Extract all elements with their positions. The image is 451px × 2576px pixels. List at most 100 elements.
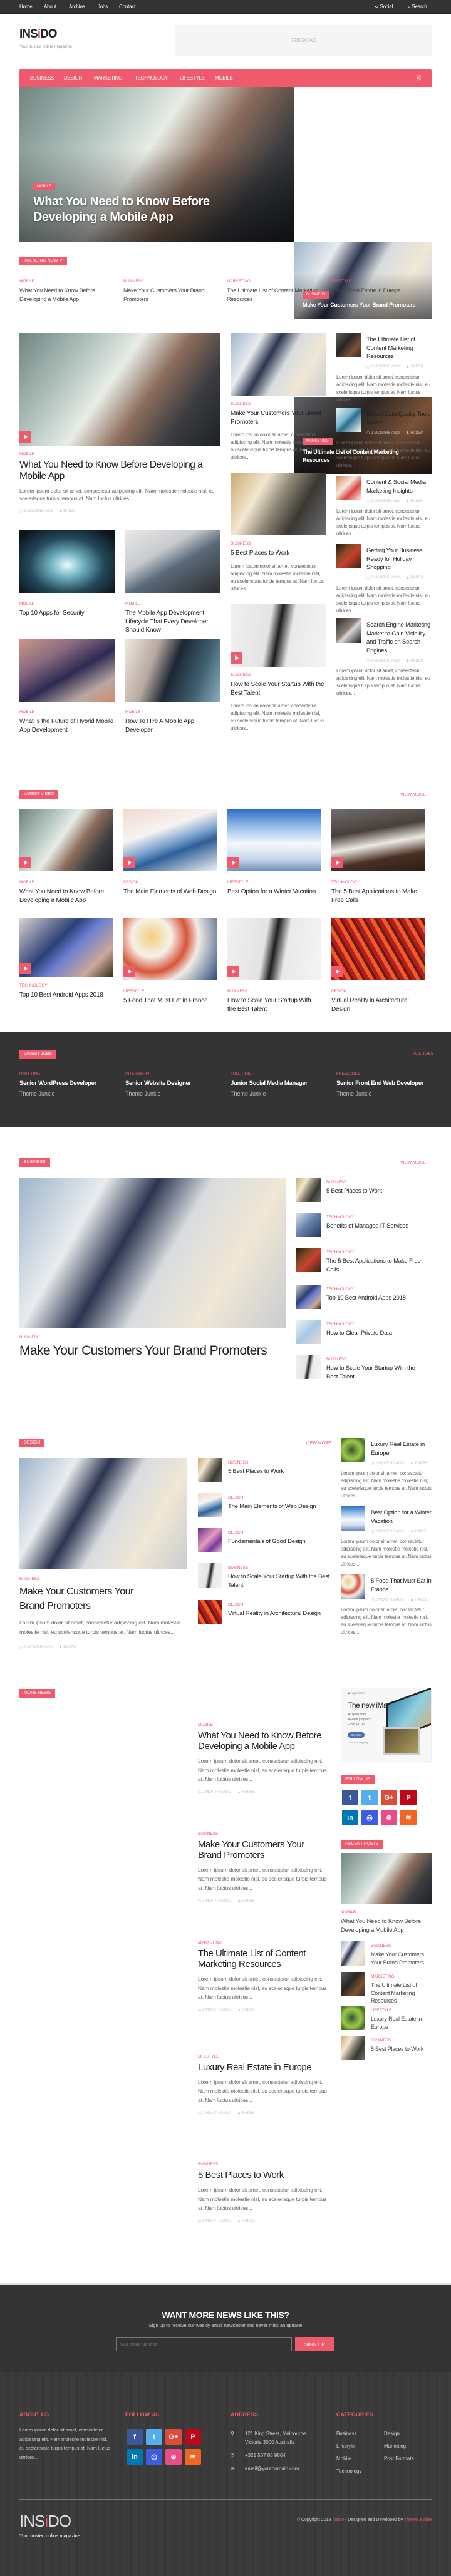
trending-category[interactable]: LIFESTYLE <box>331 279 425 284</box>
post-category[interactable]: LIFESTYLE <box>371 2008 432 2013</box>
post-title[interactable]: Top 10 Best Android Apps 2018 <box>19 991 113 1000</box>
post-category[interactable]: BUSINESS <box>19 1335 286 1340</box>
post-image[interactable] <box>227 918 321 980</box>
post-thumbnail[interactable] <box>341 1941 365 1966</box>
post-category[interactable]: TECHNOLOGY <box>326 1322 422 1326</box>
post-title[interactable]: The Mobile App Development Lifecycle Tha… <box>125 609 220 635</box>
post-category[interactable]: BUSINESS <box>231 541 326 546</box>
post-category[interactable]: MARKETING <box>371 1974 432 1979</box>
play-icon[interactable] <box>227 857 239 868</box>
post-title[interactable]: How To Hire A Mobile App Developer <box>125 717 220 734</box>
post-thumbnail[interactable] <box>336 618 361 643</box>
google-plus-button[interactable]: G+ <box>381 1790 397 1805</box>
post-author[interactable]: ♟ RADEK <box>59 509 76 514</box>
post-image[interactable] <box>231 473 326 535</box>
post-category[interactable]: BUSINESS <box>371 2038 432 2043</box>
post-thumbnail[interactable] <box>198 1563 222 1588</box>
post-category[interactable]: MOBILE <box>19 880 113 885</box>
post-title[interactable]: Virtual Reality in Architectural Design <box>331 997 425 1013</box>
post-image[interactable] <box>331 918 425 980</box>
post-thumbnail[interactable] <box>341 1574 365 1599</box>
post-thumbnail[interactable] <box>296 1285 321 1309</box>
post-category[interactable]: DESIGN <box>123 880 217 885</box>
post-author[interactable]: ♟ RADEK <box>410 1461 428 1466</box>
post-category[interactable]: BUSINESS <box>228 1460 330 1465</box>
post-image[interactable] <box>19 809 113 871</box>
view-more-link[interactable]: VIEW MORE <box>400 793 426 797</box>
post-title[interactable]: How to Scale Your Startup With the Best … <box>231 680 326 697</box>
hero-side-title[interactable]: Make Your Customers Your Brand Promoters <box>303 302 428 308</box>
newsletter-signup-button[interactable]: SIGN UP <box>295 2337 334 2351</box>
post-title[interactable]: Virtual Reality in Architectural Design <box>228 1609 330 1618</box>
rss-button[interactable]: ≋ <box>185 2449 201 2465</box>
ad-buy-button[interactable]: Buy now <box>348 1732 365 1738</box>
post-title[interactable]: Best Option for a Winter Vacation <box>371 1509 432 1526</box>
post-title[interactable]: Content & Social Media Marketing Insight… <box>366 478 432 495</box>
post-author[interactable]: ♟ RADEK <box>237 1899 255 1904</box>
post-image[interactable] <box>19 1458 187 1569</box>
rss-button[interactable]: ≋ <box>400 1810 417 1825</box>
post-title[interactable]: What You Need to Know Before Developing … <box>19 888 113 905</box>
play-icon[interactable] <box>331 966 343 977</box>
twitter-button[interactable]: t <box>146 2429 162 2445</box>
post-category[interactable]: MOBILE <box>198 1723 329 1727</box>
post-image[interactable] <box>123 809 217 871</box>
post-image[interactable] <box>125 530 220 593</box>
post-thumbnail[interactable] <box>296 1355 321 1379</box>
social-button[interactable]: ⋖ Social <box>375 0 393 14</box>
post-title[interactable]: How to Scale Your Startup With the Best … <box>326 1364 422 1381</box>
post-category[interactable]: MOBILE <box>19 602 115 606</box>
post-title[interactable]: What Is the Future of Hybrid Mobile App … <box>19 717 115 734</box>
post-category[interactable]: BUSINESS <box>198 2162 329 2167</box>
play-icon[interactable] <box>19 857 31 868</box>
search-button[interactable]: ⌕ Search <box>408 0 427 14</box>
post-category[interactable]: BUSINESS <box>231 402 326 406</box>
post-category[interactable]: TECHNOLOGY <box>326 1215 422 1219</box>
catnav-design[interactable]: DESIGN <box>64 69 82 87</box>
play-icon[interactable] <box>123 966 135 977</box>
hero-side-title[interactable]: The Ultimate List of Content Marketing R… <box>303 448 409 464</box>
post-author[interactable]: ♟ RADEK <box>237 1790 255 1795</box>
post-thumbnail[interactable] <box>341 1506 365 1531</box>
post-title[interactable]: 5 Best Places to Work <box>326 1187 422 1196</box>
hero-side-category[interactable]: MARKETING <box>303 438 333 445</box>
job-title[interactable]: Senior Front End Web Developer <box>336 1080 440 1087</box>
post-image[interactable] <box>231 333 326 396</box>
post-thumbnail[interactable] <box>198 1458 222 1482</box>
post-title[interactable]: Make Your Customers Your Brand Promoters <box>198 1839 329 1860</box>
dribbble-button[interactable]: ⊛ <box>381 1810 397 1825</box>
post-author[interactable]: ♟ RADEK <box>59 1645 76 1650</box>
post-title[interactable]: The 5 Best Applications to Make Free Cal… <box>326 1257 422 1274</box>
post-category[interactable]: MOBILE <box>19 452 220 456</box>
post-category[interactable]: LIFESTYLE <box>123 989 217 993</box>
catnav-mobile[interactable]: MOBILE <box>215 69 233 87</box>
post-title[interactable]: Make Your Customers Your Brand Promoters <box>371 1951 432 1966</box>
all-jobs-link[interactable]: ALL JOBS <box>413 1052 433 1056</box>
post-title[interactable]: What You Need to Know Before Developing … <box>19 459 220 482</box>
post-title[interactable]: 5 Food That Must Eat in France <box>371 1577 432 1594</box>
play-icon[interactable] <box>227 966 239 977</box>
post-thumbnail[interactable] <box>341 1972 365 1996</box>
post-title[interactable]: The Main Elements of Web Design <box>228 1502 330 1511</box>
post-image[interactable] <box>19 530 115 593</box>
post-author[interactable]: ♟ RADEK <box>410 1529 428 1534</box>
job-title[interactable]: Senior WordPress Developer <box>19 1080 123 1087</box>
nav-archive[interactable]: Archive <box>69 0 85 14</box>
post-author[interactable]: ♟ RADEK <box>237 2008 255 2013</box>
post-thumbnail[interactable] <box>336 408 361 432</box>
post-title[interactable]: The Main Elements of Web Design <box>123 888 217 896</box>
post-category[interactable]: TECHNOLOGY <box>326 1287 422 1291</box>
footer-category-link[interactable]: Post Formats <box>384 2455 414 2463</box>
job-title[interactable]: Senior Website Designer <box>125 1080 229 1087</box>
post-title[interactable]: Luxury Real Estate in Europe <box>198 2062 329 2073</box>
catnav-technology[interactable]: TECHNOLOGY <box>135 69 168 87</box>
sidebar-ad[interactable]: ◆ Apple Store The new iMac All quad core… <box>341 1688 432 1763</box>
brand-link[interactable]: Insido <box>332 2518 344 2522</box>
footer-email[interactable]: email@yourdomain.com <box>245 2465 299 2473</box>
post-title[interactable]: The 5 Best Applications to Make Free Cal… <box>331 888 425 905</box>
post-title[interactable]: Search Engine Marketing Market to Gain V… <box>366 621 432 655</box>
hero-main-title[interactable]: What You Need to Know Before Developing … <box>33 194 234 225</box>
post-thumbnail[interactable] <box>336 544 361 568</box>
post-category[interactable]: BUSINESS <box>231 673 326 677</box>
view-more-link[interactable]: VIEW MORE <box>400 1161 426 1165</box>
